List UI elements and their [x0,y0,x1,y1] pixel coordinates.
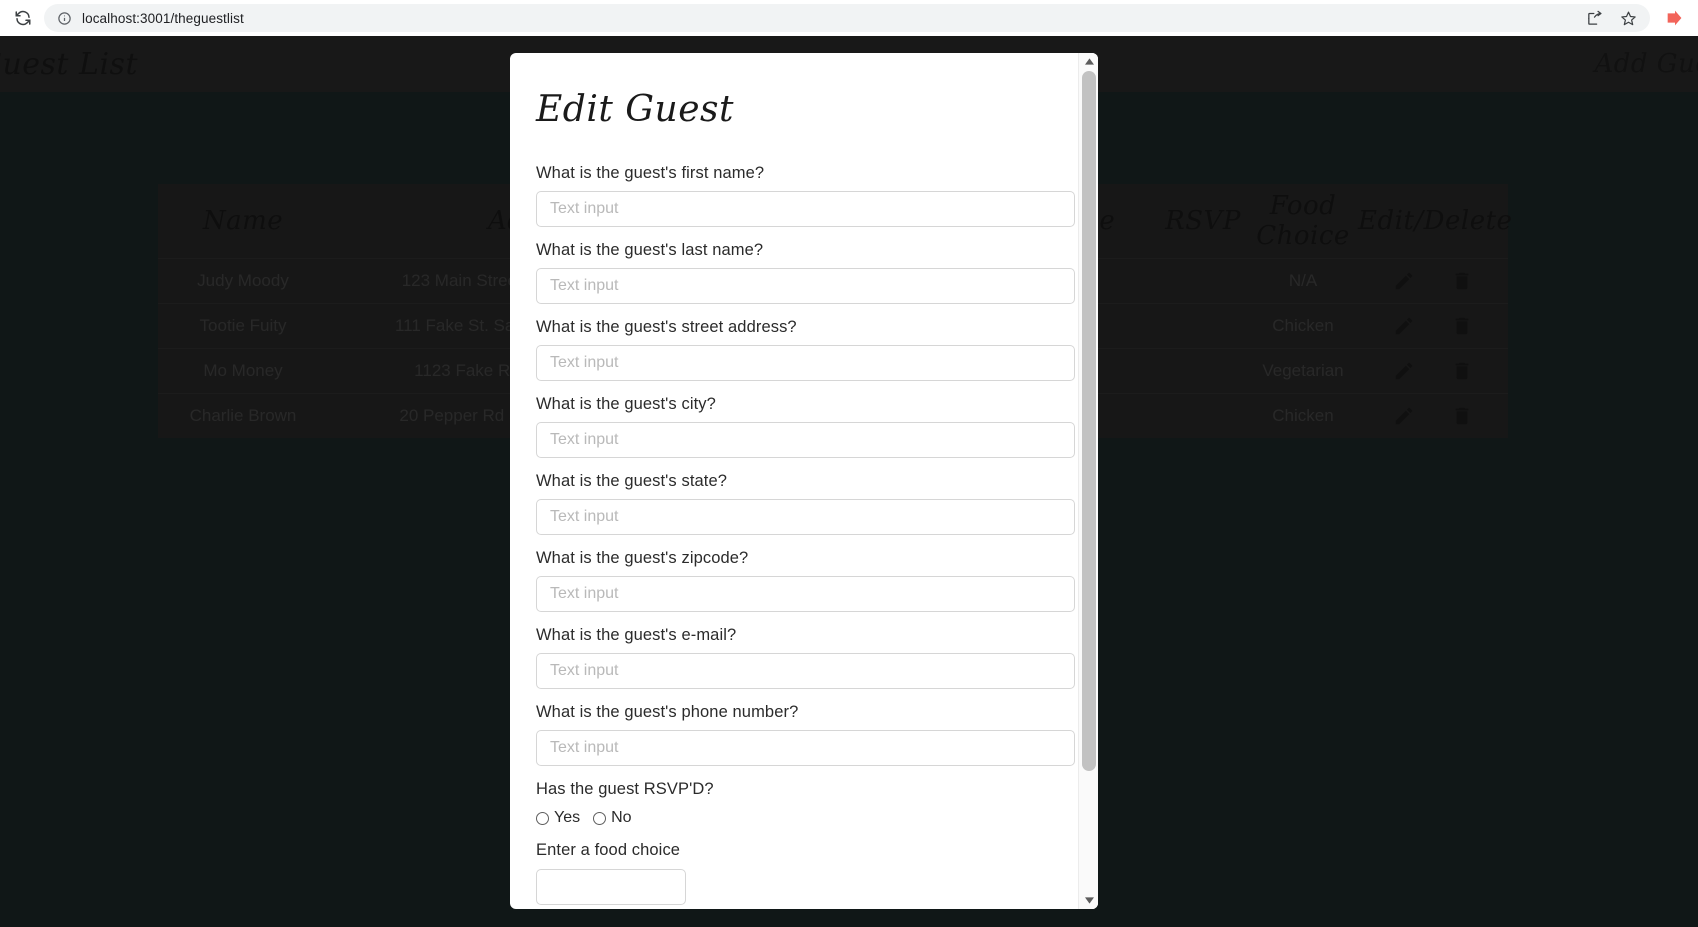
scrollbar-thumb[interactable] [1082,71,1096,771]
field-zipcode: What is the guest's zipcode? [536,549,1075,612]
rsvp-option-yes-label: Yes [554,809,581,826]
label-last-name: What is the guest's last name? [536,241,764,259]
last-name-input[interactable] [536,268,1075,304]
share-icon[interactable] [1584,8,1604,28]
label-rsvp: Has the guest RSVP'D? [536,780,714,798]
label-state: What is the guest's state? [536,472,728,490]
modal-body: Edit Guest What is the guest's first nam… [510,53,1078,909]
email-input[interactable] [536,653,1075,689]
modal-title: Edit Guest [536,89,734,130]
label-phone-number: What is the guest's phone number? [536,703,799,721]
app-page: Guest List Add Guest Name Address E-mail… [0,36,1698,927]
label-first-name: What is the guest's first name? [536,164,765,182]
radio-circle-icon[interactable] [536,811,549,825]
field-first-name: What is the guest's first name? [536,164,1075,227]
modal-scrollbar[interactable] [1078,53,1098,909]
scroll-down-arrow-icon[interactable] [1079,892,1098,909]
label-street-address: What is the guest's street address? [536,318,797,336]
reload-icon[interactable] [10,5,36,31]
extension-icon[interactable] [1662,5,1688,31]
city-input[interactable] [536,422,1075,458]
rsvp-option-no-label: No [611,809,632,826]
scroll-up-arrow-icon[interactable] [1079,53,1098,70]
url-text: localhost:3001/theguestlist [82,10,244,26]
food-choice-select[interactable] [536,869,686,905]
bookmark-star-icon[interactable] [1618,8,1638,28]
field-street-address: What is the guest's street address? [536,318,1075,381]
field-last-name: What is the guest's last name? [536,241,1075,304]
field-state: What is the guest's state? [536,472,1075,535]
state-input[interactable] [536,499,1075,535]
field-rsvp: Has the guest RSVP'D? Yes No [536,780,1052,827]
first-name-input[interactable] [536,191,1075,227]
address-bar[interactable]: localhost:3001/theguestlist [44,4,1650,32]
field-food-choice: Enter a food choice [536,841,1052,905]
field-phone-number: What is the guest's phone number? [536,703,1075,766]
field-email: What is the guest's e-mail? [536,626,1075,689]
label-email: What is the guest's e-mail? [536,626,737,644]
rsvp-radio-group: Yes No [536,809,1052,827]
street-address-input[interactable] [536,345,1075,381]
rsvp-option-yes[interactable]: Yes [536,809,580,827]
field-city: What is the guest's city? [536,395,1075,458]
label-zipcode: What is the guest's zipcode? [536,549,749,567]
label-city: What is the guest's city? [536,395,716,413]
rsvp-option-no[interactable]: No [593,809,632,827]
zipcode-input[interactable] [536,576,1075,612]
label-food-choice: Enter a food choice [536,841,681,859]
edit-guest-modal: Edit Guest What is the guest's first nam… [510,53,1098,909]
browser-toolbar: localhost:3001/theguestlist [0,0,1698,36]
radio-circle-icon[interactable] [593,811,607,825]
phone-number-input[interactable] [536,730,1075,766]
site-info-icon[interactable] [56,10,72,26]
